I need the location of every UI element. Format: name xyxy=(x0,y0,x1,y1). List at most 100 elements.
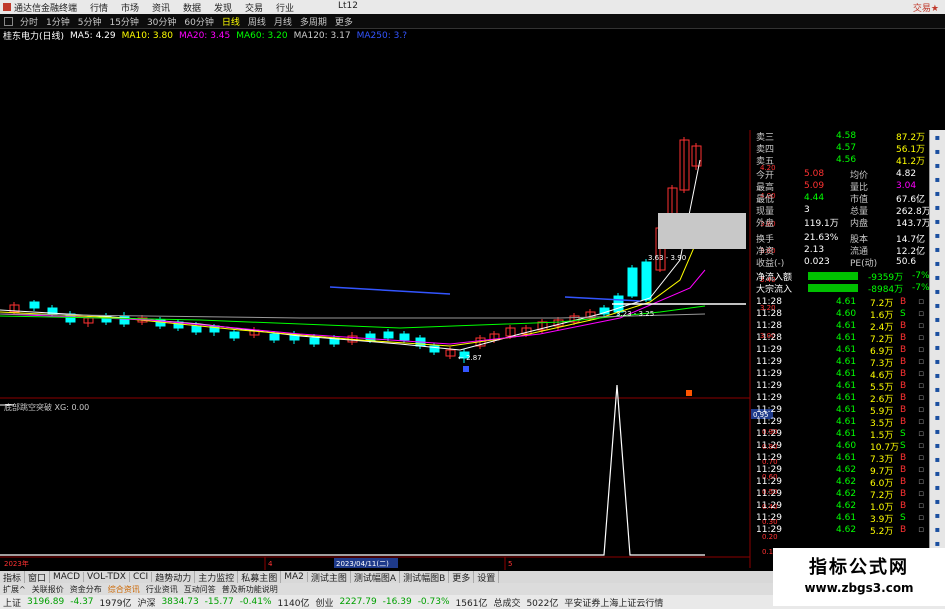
tick-time: 11:29 xyxy=(756,513,782,523)
feature-tab[interactable]: 关联报价 xyxy=(29,584,67,595)
sidebar-rsi-icon[interactable]: ▪ xyxy=(930,200,945,214)
sidebar-bell-icon[interactable]: ▪ xyxy=(930,270,945,284)
order-price: 4.56 xyxy=(836,155,857,165)
stat-value: 4.44 xyxy=(804,193,825,203)
indicator-tab[interactable]: 主力监控 xyxy=(195,571,239,583)
flow-value: -8984万 xyxy=(868,284,904,295)
sidebar-up-icon[interactable]: ▪ xyxy=(930,214,945,228)
sidebar-x-icon[interactable]: ▪ xyxy=(930,522,945,536)
tick-price: 4.61 xyxy=(836,357,857,367)
tick-side: S xyxy=(900,441,906,451)
sidebar-fx-icon[interactable]: ▪ xyxy=(930,396,945,410)
indicator-tab[interactable]: 窗口 xyxy=(25,571,51,583)
tick-side: B xyxy=(900,525,907,535)
sidebar-us-icon[interactable]: ▪ xyxy=(930,382,945,396)
tick-marker: ▫ xyxy=(918,465,925,475)
tick-marker: ▫ xyxy=(918,513,925,523)
sidebar-grid-icon[interactable]: ▪ xyxy=(930,158,945,172)
sz-percent: -0.41% xyxy=(239,597,272,607)
tick-time: 11:28 xyxy=(756,309,782,319)
sidebar-fund-icon[interactable]: ▪ xyxy=(930,312,945,326)
tick-marker: ▫ xyxy=(918,429,925,439)
sidebar-set-icon[interactable]: ▪ xyxy=(930,424,945,438)
tick-price: 4.61 xyxy=(836,417,857,427)
tick-marker: ▫ xyxy=(918,417,925,427)
tick-time: 11:29 xyxy=(756,369,782,379)
tick-side: B xyxy=(900,465,907,475)
sidebar-bond-icon[interactable]: ▪ xyxy=(930,326,945,340)
tick-marker: ▫ xyxy=(918,309,925,319)
total-value: 5022亿 xyxy=(526,598,559,609)
tick-marker: ▫ xyxy=(918,453,925,463)
tick-marker: ▫ xyxy=(918,345,925,355)
sidebar-chart-icon[interactable]: ▪ xyxy=(930,172,945,186)
sidebar-end-icon[interactable]: ▪ xyxy=(930,508,945,522)
indicator-tab[interactable]: MA2 xyxy=(281,572,308,582)
tick-side: B xyxy=(900,297,907,307)
sidebar-doc-icon[interactable]: ▪ xyxy=(930,130,945,144)
tick-side: B xyxy=(900,369,907,379)
tick-marker: ▫ xyxy=(918,441,925,451)
stat-value: 12.2亿 xyxy=(896,246,926,257)
right-sidebar: ▪▪▪▪▪▪▪▪▪▪▪▪▪▪▪▪▪▪▪▪▪▪▪▪▪▪▪▪▪▪▪▪▪ xyxy=(929,130,945,600)
indicator-tab[interactable]: MACD xyxy=(50,572,85,582)
indicator-tab[interactable]: 指标 xyxy=(0,571,26,583)
tick-side: B xyxy=(900,321,907,331)
flow-percent: -7% xyxy=(912,271,930,281)
stat-value: 3 xyxy=(804,205,810,215)
sidebar-user-icon[interactable]: ▪ xyxy=(930,438,945,452)
order-label: 卖五 xyxy=(756,156,775,167)
kline-chart[interactable]: 4.204.003.803.603.403.203.000.950.900.80… xyxy=(0,0,945,609)
cy-label: 创业 xyxy=(315,598,334,609)
tick-side: B xyxy=(900,381,907,391)
feature-tab[interactable]: 扩展^ xyxy=(0,584,29,595)
tick-marker: ▫ xyxy=(918,321,925,331)
indicator-tab[interactable]: 趋势动力 xyxy=(152,571,196,583)
tick-price: 4.61 xyxy=(836,369,857,379)
sidebar-news-icon[interactable]: ▪ xyxy=(930,298,945,312)
sidebar-fut-icon[interactable]: ▪ xyxy=(930,354,945,368)
feature-tab[interactable]: 行业资讯 xyxy=(143,584,181,595)
sidebar-info-icon[interactable]: ▪ xyxy=(930,242,945,256)
ma250-line xyxy=(329,286,451,295)
indicator-tab[interactable]: 测试幅图A xyxy=(351,571,401,583)
tick-time: 11:28 xyxy=(756,297,782,307)
indicator-tab[interactable]: VOL-TDX xyxy=(84,572,130,582)
indicator-tab[interactable]: 更多 xyxy=(449,571,475,583)
sidebar-opt-icon[interactable]: ▪ xyxy=(930,340,945,354)
sidebar-list-icon[interactable]: ▪ xyxy=(930,144,945,158)
sidebar-hk-icon[interactable]: ▪ xyxy=(930,368,945,382)
sidebar-lock-icon[interactable]: ▪ xyxy=(930,466,945,480)
tick-time: 11:29 xyxy=(756,357,782,367)
tick-side: B xyxy=(900,417,907,427)
feature-tab[interactable]: 综合资讯 xyxy=(105,584,143,595)
sidebar-exit-icon[interactable]: ▪ xyxy=(930,452,945,466)
sidebar-tab-icon[interactable]: ▪ xyxy=(930,494,945,508)
indicator-tab[interactable]: 设置 xyxy=(474,571,500,583)
indicator-tab[interactable]: CCI xyxy=(130,572,153,582)
indicator-tab[interactable]: 测试幅图B xyxy=(400,571,450,583)
feature-tab[interactable]: 资金分布 xyxy=(67,584,105,595)
sidebar-star-icon[interactable]: ▪ xyxy=(930,186,945,200)
stat-value: 21.63% xyxy=(804,233,839,243)
sidebar-cloud-icon[interactable]: ▪ xyxy=(930,480,945,494)
feature-tab[interactable]: 普及新功能说明 xyxy=(219,584,281,595)
tick-marker: ▫ xyxy=(918,489,925,499)
sidebar-more-icon[interactable]: ▪ xyxy=(930,410,945,424)
sidebar-help-icon[interactable]: ▪ xyxy=(930,284,945,298)
feature-tab[interactable]: 互动问答 xyxy=(181,584,219,595)
tick-side: B xyxy=(900,357,907,367)
sidebar-tools-icon[interactable]: ▪ xyxy=(930,256,945,270)
sh-label: 上证 xyxy=(3,598,22,609)
time-label: 2023年 xyxy=(4,559,29,568)
indicator-tab[interactable]: 私募主图 xyxy=(238,571,282,583)
sidebar-sort-icon[interactable]: ▪ xyxy=(930,228,945,242)
tick-price: 4.62 xyxy=(836,477,857,487)
gap-box xyxy=(658,213,746,249)
tick-side: B xyxy=(900,405,907,415)
stat-label: 内盘 xyxy=(850,218,869,229)
tick-price: 4.61 xyxy=(836,429,857,439)
tick-side: B xyxy=(900,489,907,499)
stat-label: PE(动) xyxy=(850,258,878,269)
indicator-tab[interactable]: 测试主图 xyxy=(308,571,351,583)
